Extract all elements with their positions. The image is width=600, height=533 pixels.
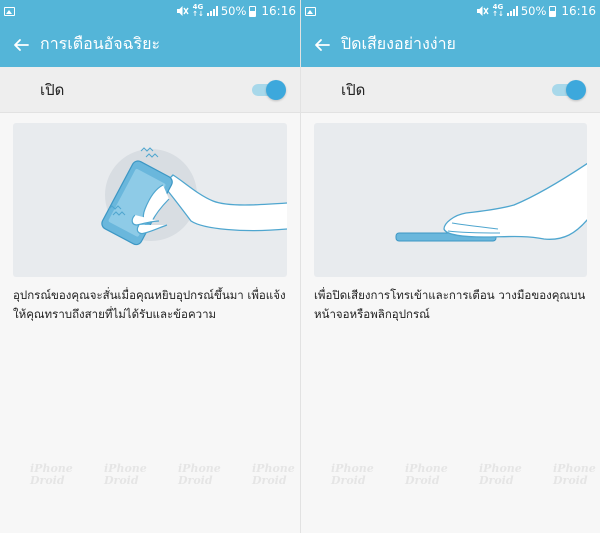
hand-over-phone-illustration: [395, 162, 587, 242]
master-toggle-row[interactable]: เปิด: [301, 67, 600, 113]
signal-icon: [506, 6, 518, 16]
master-toggle-row[interactable]: เปิด: [0, 67, 300, 113]
watermark: iPhone Droid: [82, 455, 148, 499]
screen-smart-alert: 4G ↑↓ 50% 16:16 การเตือนอัจฉริยะ เปิด อุ…: [0, 0, 300, 533]
clock: 16:16: [261, 4, 296, 18]
watermark-logo: iPhone Droid: [553, 462, 596, 487]
mute-icon: [177, 6, 189, 16]
app-bar: การเตือนอัจฉริยะ: [0, 22, 300, 67]
watermark-logo: iPhone Droid: [331, 462, 374, 487]
illustration-pick-up-phone: [13, 123, 287, 277]
back-button[interactable]: [311, 34, 333, 56]
switch-thumb: [566, 79, 586, 100]
watermark: iPhone Droid: [156, 455, 222, 499]
watermark-logo: iPhone Droid: [104, 462, 147, 487]
watermark: iPhone Droid: [531, 455, 597, 499]
watermark: iPhone Droid: [383, 455, 449, 499]
network-type-icon: 4G ↑↓: [192, 3, 204, 18]
watermark-logo: iPhone Droid: [405, 462, 448, 487]
feature-description: เพื่อปิดเสียงการโทรเข้าและการเตือน วางมื…: [314, 288, 586, 321]
clock: 16:16: [561, 4, 596, 18]
battery-icon: [249, 5, 257, 17]
page-title: การเตือนอัจฉริยะ: [40, 34, 161, 53]
illustration-palm-over-phone: [314, 123, 587, 277]
hand-holding-phone-illustration: [101, 147, 287, 246]
toggle-label: เปิด: [341, 80, 366, 99]
watermark-row: iPhone Droid iPhone Droid iPhone Droid iPho…: [301, 455, 600, 505]
watermark: iPhone Droid: [457, 455, 523, 499]
image-notification-icon: [305, 6, 316, 16]
page-title: ปิดเสียงอย่างง่าย: [341, 34, 456, 53]
back-button[interactable]: [10, 34, 32, 56]
screen-easy-mute: 4G ↑↓ 50% 16:16 ปิดเสียงอย่างง่าย เปิด เ…: [300, 0, 600, 533]
watermark: iPhone Droid: [8, 455, 74, 499]
battery-icon: [549, 5, 557, 17]
battery-percent: 50%: [520, 4, 547, 18]
status-bar: 4G ↑↓ 50% 16:16: [0, 0, 300, 22]
watermark: iPhone Droid: [230, 455, 296, 499]
switch-thumb: [266, 79, 286, 100]
watermark-logo: iPhone Droid: [479, 462, 522, 487]
master-switch[interactable]: [252, 79, 286, 100]
network-type-icon: 4G ↑↓: [492, 3, 504, 18]
watermark-logo: iPhone Droid: [178, 462, 221, 487]
mute-icon: [477, 6, 489, 16]
feature-description: อุปกรณ์ของคุณจะสั่นเมื่อคุณหยิบอุปกรณ์ขึ…: [13, 288, 286, 321]
toggle-label: เปิด: [40, 80, 65, 99]
battery-percent: 50%: [220, 4, 247, 18]
master-switch[interactable]: [552, 79, 586, 100]
watermark: iPhone Droid: [309, 455, 375, 499]
watermark-logo: iPhone Droid: [252, 462, 295, 487]
watermark-logo: iPhone Droid: [30, 462, 73, 487]
app-bar: ปิดเสียงอย่างง่าย: [301, 22, 600, 67]
watermark-row: iPhone Droid iPhone Droid iPhone Droid iPho…: [0, 455, 300, 505]
status-bar: 4G ↑↓ 50% 16:16: [301, 0, 600, 22]
screens: 4G ↑↓ 50% 16:16 การเตือนอัจฉริยะ เปิด อุ…: [0, 0, 600, 533]
arrow-left-icon: [14, 38, 29, 51]
signal-icon: [206, 6, 218, 16]
arrow-left-icon: [315, 38, 330, 51]
image-notification-icon: [4, 6, 15, 16]
